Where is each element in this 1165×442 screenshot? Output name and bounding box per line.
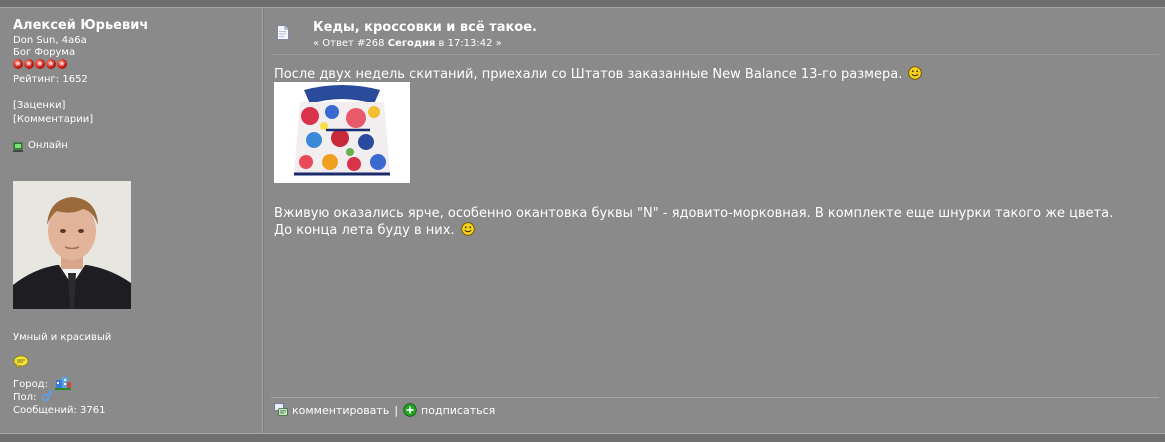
male-icon [41,390,53,402]
author-motto: Умный и красивый [13,332,112,343]
comments-link[interactable]: [Комментарии] [13,114,93,125]
post-time: в 17:13:42 » [438,38,502,49]
building-icon [55,377,71,390]
product-image[interactable] [274,82,410,183]
online-status: Онлайн [28,140,68,151]
ratings-link[interactable]: [Заценки] [13,100,65,111]
speech-bubble-icon[interactable] [13,355,29,369]
subscribe-link[interactable]: подписаться [421,404,495,417]
top-frame [0,0,1165,8]
message-count: Сообщений: 3761 [13,405,106,416]
post-paragraph-2-line-1: Вживую оказались ярче, особенно окантовк… [274,206,1114,221]
author-subtitle: Don Sun, 4a6a [13,35,87,46]
star-icon: ★ [13,59,23,69]
post-paragraph-1: После двух недель скитаний, приехали со … [274,66,923,82]
reply-number[interactable]: « Ответ #268 [313,38,385,49]
title-divider [271,54,1159,55]
post-meta: « Ответ #268 Сегодня в 17:13:42 » [313,38,502,49]
rank-stars: ★ ★ ★ ★ ★ [13,59,67,69]
post-paragraph-2-line-2: До конца лета буду в них. [274,222,475,238]
avatar [13,181,131,309]
star-icon: ★ [35,59,45,69]
comment-link[interactable]: комментировать [292,404,389,417]
comment-icon[interactable] [274,403,288,417]
city-label: Город: [13,379,48,390]
star-icon: ★ [46,59,56,69]
gender-label: Пол: [13,392,37,403]
author-rating: Рейтинг: 1652 [13,74,88,85]
post-title[interactable]: Кеды, кроссовки и всё такое. [313,20,537,35]
star-icon: ★ [24,59,34,69]
smiley-icon [908,66,923,80]
plus-circle-icon[interactable] [403,403,417,417]
author-panel: Алексей Юрьевич Don Sun, 4a6a Бог Форума… [0,8,263,433]
star-icon: ★ [57,59,67,69]
avatar-photo [13,181,131,309]
smiley-icon [460,222,475,236]
forum-post: Алексей Юрьевич Don Sun, 4a6a Бог Форума… [0,8,1165,433]
online-computer-icon [13,142,23,152]
author-rank: Бог Форума [13,47,76,58]
document-icon [277,25,289,40]
paragraph-1-text: После двух недель скитаний, приехали со … [274,67,903,82]
author-name[interactable]: Алексей Юрьевич [13,18,148,33]
post-footer: комментировать | подписаться [274,403,495,417]
paragraph-2-line-2-text: До конца лета буду в них. [274,223,455,238]
footer-divider [271,397,1159,398]
post-content: Кеды, кроссовки и всё такое. « Ответ #26… [263,8,1165,433]
footer-separator: | [394,403,399,417]
post-day: Сегодня [387,38,436,49]
floral-bag-image [274,82,410,183]
